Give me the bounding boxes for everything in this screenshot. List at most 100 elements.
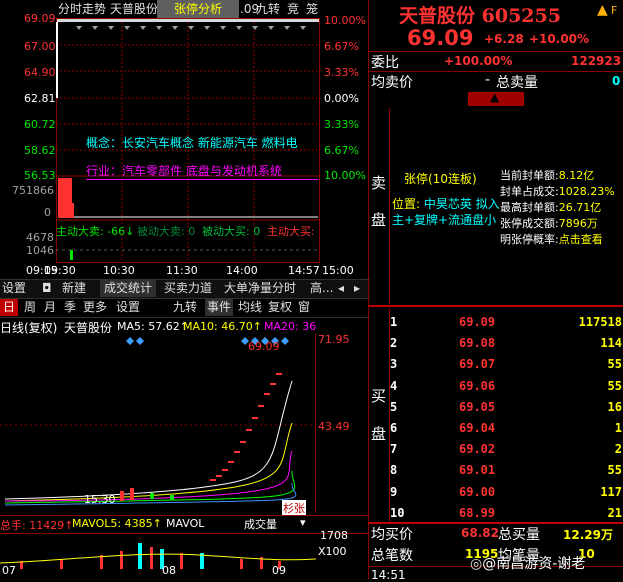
buy-price: 69.08 xyxy=(459,336,496,351)
kline-settings-button[interactable]: 设置 xyxy=(116,299,140,316)
tab-nine-turn[interactable]: 九转 xyxy=(256,0,286,18)
ma10-label: MA10: 46.70↑ xyxy=(183,320,262,333)
stat-label: 明张停概率: xyxy=(500,233,559,246)
buy-order-row[interactable]: 2 69.08 114 xyxy=(390,333,622,354)
industry-text: 行业：汽车零部件 底盘与发动机系统 xyxy=(86,162,318,180)
avg-buy-label: 均买价 xyxy=(371,527,413,543)
period-more-button[interactable]: 更多 xyxy=(83,299,107,316)
stat-row: 张停成交额:7896万 xyxy=(500,216,620,232)
low-price-label: 15.30 xyxy=(84,493,116,506)
month-label: 09 xyxy=(272,564,286,577)
chevron-right-icon[interactable]: ▸ xyxy=(354,280,360,297)
pct-label: 3.33% xyxy=(324,118,359,131)
ma-button[interactable]: 均线 xyxy=(238,299,262,316)
buy-quantity: 114 xyxy=(600,336,622,351)
limit-stop-label: 杉张 xyxy=(282,500,306,516)
avg-sell-label: 均卖价 xyxy=(371,75,413,91)
stat-row: 当前封单额:8.12亿 xyxy=(500,168,620,184)
limit-stats: 当前封单额:8.12亿 封单占成交:1028.23% 最高封单额:26.71亿 … xyxy=(500,168,620,248)
stat-row[interactable]: 明张停概率:点击查看 xyxy=(500,232,620,248)
weibo-icon: ◎ xyxy=(470,556,483,572)
tab-limit-analysis[interactable]: 张停分析 xyxy=(157,0,239,18)
settings-button[interactable]: 设置 xyxy=(2,280,26,297)
sell-label-top: 卖 xyxy=(371,174,387,192)
buy-order-row[interactable]: 10 68.99 21 xyxy=(390,503,622,524)
pct-label: 10.00% xyxy=(324,169,366,182)
buy-quantity: 55 xyxy=(607,378,622,393)
volume-label-zero: 0 xyxy=(44,206,51,219)
deal-volume-dropdown[interactable]: 成交量 xyxy=(244,516,277,532)
current-price: 69.09 xyxy=(407,26,474,50)
quote-panel: 天普股份 605255 ▲ F 69.09 +6.28 +10.00% 委比 +… xyxy=(369,0,623,582)
price-change: +6.28 xyxy=(484,32,524,46)
total-sell-label: 总卖量 xyxy=(496,75,538,91)
event-button[interactable]: 事件 xyxy=(205,299,234,316)
peak-price-label: 69.09 xyxy=(248,340,280,353)
buy-level: 5 xyxy=(390,399,398,414)
location-text[interactable]: 位置: 中昊芯英 拟入主+复牌+流通盘小 xyxy=(392,196,502,228)
buy-order-row[interactable]: 9 69.00 117 xyxy=(390,482,622,503)
passive-buy-label: 被动大买: 0 xyxy=(202,225,261,238)
deal-stats-button[interactable]: 成交统计 xyxy=(100,280,157,297)
tab-auction[interactable]: 竞 xyxy=(287,0,303,18)
force-button[interactable]: 买卖力道 xyxy=(164,280,212,297)
new-button[interactable]: 新建 xyxy=(62,280,86,297)
mavol5-label: MAVOL5: 4385↑ xyxy=(72,517,162,530)
buy-quantity: 16 xyxy=(607,399,622,414)
total-count-label: 总笔数 xyxy=(371,548,413,564)
nine-turn-button[interactable]: 九转 xyxy=(173,299,197,316)
buy-price: 69.05 xyxy=(459,399,496,414)
volume-label-max: 751866 xyxy=(12,184,54,197)
stat-row: 封单占成交:1028.23% xyxy=(500,184,620,200)
pct-label: 3.33% xyxy=(324,66,359,79)
buy-order-row[interactable]: 4 69.06 55 xyxy=(390,376,622,397)
pct-label: 6.67% xyxy=(324,40,359,53)
period-week-button[interactable]: 周 xyxy=(24,299,36,316)
buy-order-row[interactable]: 6 69.04 1 xyxy=(390,418,622,439)
buy-level: 7 xyxy=(390,442,398,457)
chevron-left-icon[interactable]: ◂ xyxy=(338,280,344,297)
low-label: 1046 xyxy=(26,244,54,257)
pct-label: 10.00% xyxy=(324,14,366,27)
pct-label: 0.00% xyxy=(324,92,359,105)
period-month-button[interactable]: 月 xyxy=(44,299,56,316)
fq-button[interactable]: 复权 xyxy=(268,299,292,316)
buy-price: 69.04 xyxy=(459,421,496,435)
net-inflow-button[interactable]: 大单净量分时 xyxy=(224,280,296,297)
period-day-button[interactable]: 日 xyxy=(0,299,19,316)
ratio-label: 委比 xyxy=(371,55,399,71)
total-sell-value: 0 xyxy=(612,74,621,88)
buy-order-row[interactable]: 3 69.07 55 xyxy=(390,354,622,375)
period-quarter-button[interactable]: 季 xyxy=(64,299,76,316)
auction-bar xyxy=(70,250,73,260)
window-button[interactable]: 窗 xyxy=(298,299,310,316)
stat-value: 8.12亿 xyxy=(558,169,595,182)
more-tab-button[interactable]: 高... xyxy=(310,280,336,297)
chevron-up-icon[interactable]: ▲ xyxy=(490,90,499,104)
stat-row: 最高封单额:26.71亿 xyxy=(500,200,620,216)
buy-price: 68.99 xyxy=(459,505,496,520)
watermark-text: @南昌游资-谢老 xyxy=(482,556,586,572)
buy-order-row[interactable]: 8 69.01 55 xyxy=(390,460,622,481)
location-text-1: 中昊芯英 xyxy=(423,197,472,211)
stat-link[interactable]: 点击查看 xyxy=(559,233,603,246)
tab-stock-name[interactable]: 天普股份 xyxy=(110,0,158,18)
camera-icon[interactable]: ◘ xyxy=(42,280,52,297)
alert-bell-icon[interactable]: ▲ xyxy=(597,2,608,18)
price-label: 60.72 xyxy=(24,118,56,131)
ma5-label: MA5: 57.62↑ xyxy=(117,320,189,333)
tab-cage[interactable]: 笼 xyxy=(306,0,322,18)
low-label: 4678 xyxy=(26,231,54,244)
chevron-down-icon[interactable]: ▾ xyxy=(300,516,306,529)
tab-intraday[interactable]: 分时走势 xyxy=(58,0,106,18)
buy-quantity: 21 xyxy=(607,505,622,520)
stock-code: 605255 xyxy=(481,5,561,27)
kline-top-price: 71.95 xyxy=(318,333,350,346)
avg-sell-dash: - xyxy=(485,72,491,88)
buy-order-row[interactable]: 5 69.05 16 xyxy=(390,397,622,418)
alert-label: F xyxy=(611,4,618,17)
buy-order-row[interactable]: 1 69.09 117518 xyxy=(390,312,622,333)
buy-order-row[interactable]: 7 69.02 2 xyxy=(390,439,622,460)
price-change-pct: +10.00% xyxy=(529,32,590,46)
ratio-count: 122923 xyxy=(571,54,622,68)
